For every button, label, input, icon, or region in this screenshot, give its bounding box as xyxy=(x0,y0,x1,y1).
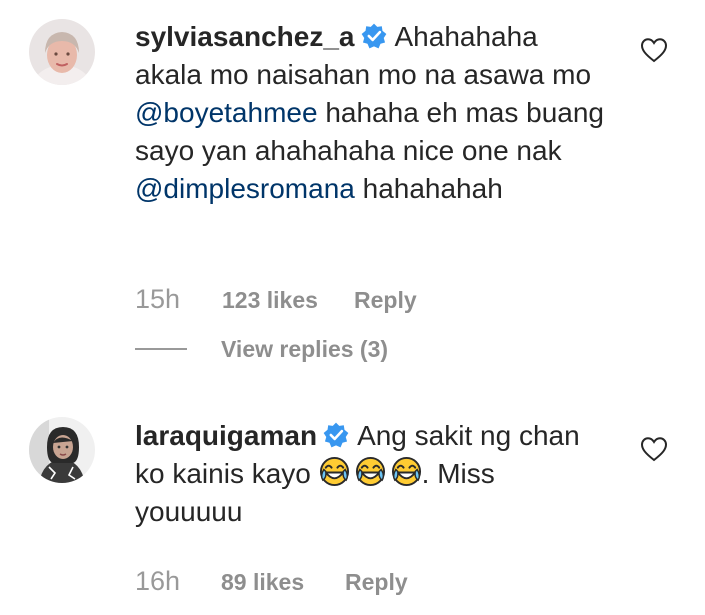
username-link[interactable]: sylviasanchez_a xyxy=(135,21,355,52)
face-with-tears-of-joy-icon xyxy=(391,456,422,487)
comment-meta: 16h 89 likes Reply xyxy=(135,566,408,597)
likes-count[interactable]: 123 likes xyxy=(222,287,354,314)
timestamp: 16h xyxy=(135,566,181,596)
comment-meta: 15h 123 likes Reply xyxy=(135,284,417,315)
divider-line xyxy=(135,348,187,350)
view-replies-label[interactable]: View replies (3) xyxy=(221,336,388,362)
comment-text: laraquigaman Ang sakit ng chan ko kainis … xyxy=(135,417,605,531)
timestamp: 15h xyxy=(135,284,181,314)
mention-link[interactable]: @dimplesromana xyxy=(135,173,355,204)
verified-badge-icon xyxy=(323,422,349,448)
reply-button[interactable]: Reply xyxy=(345,569,408,596)
mention-link[interactable]: @boyetahmee xyxy=(135,97,318,128)
like-heart-icon[interactable] xyxy=(640,37,668,63)
username-link[interactable]: laraquigaman xyxy=(135,420,317,451)
comment-text: sylviasanchez_a Ahahahaha akala mo naisah… xyxy=(135,18,605,208)
avatar[interactable] xyxy=(29,19,95,85)
view-replies-button[interactable]: View replies (3) xyxy=(135,336,388,363)
avatar[interactable] xyxy=(29,417,95,483)
verified-badge-icon xyxy=(361,23,387,49)
face-with-tears-of-joy-icon xyxy=(319,456,350,487)
face-with-tears-of-joy-icon xyxy=(355,456,386,487)
reply-button[interactable]: Reply xyxy=(354,287,417,314)
like-heart-icon[interactable] xyxy=(640,436,668,462)
likes-count[interactable]: 89 likes xyxy=(221,569,345,596)
comment-body-text: hahahahah xyxy=(354,173,503,204)
